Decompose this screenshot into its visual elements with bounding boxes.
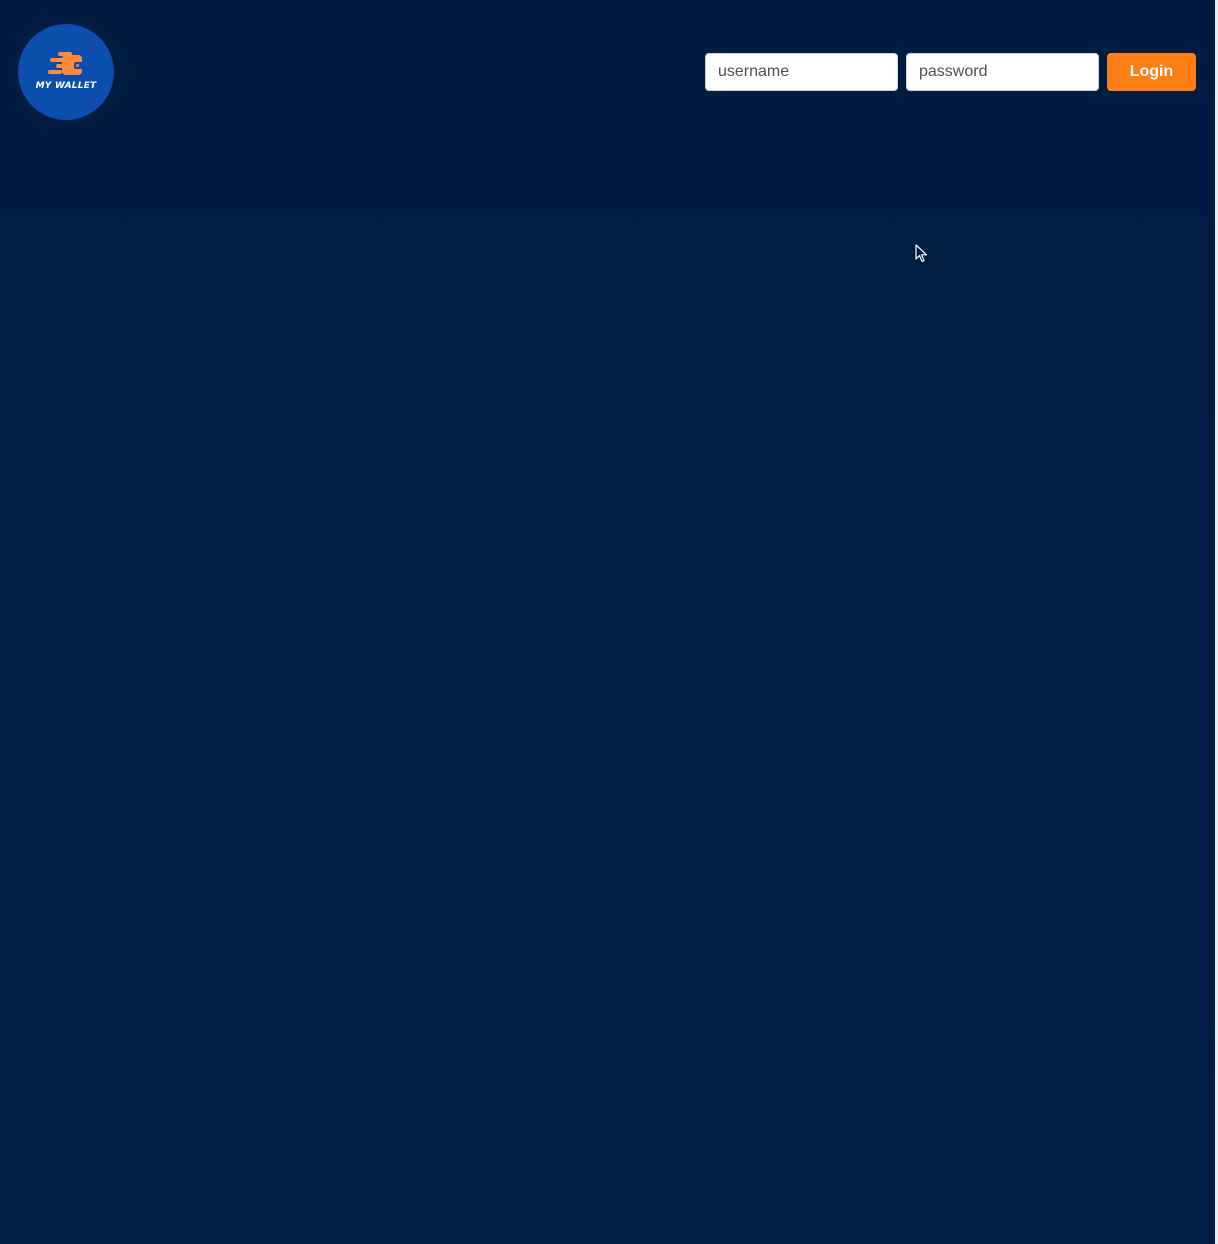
app-logo[interactable]: MY WALLET (18, 24, 114, 120)
logo-text: MY WALLET (35, 80, 97, 91)
mouse-pointer-icon (915, 244, 928, 263)
page-background (0, 0, 1218, 1244)
wallet-icon (48, 51, 84, 75)
login-button[interactable]: Login (1107, 53, 1196, 91)
login-form: Login (705, 53, 1196, 91)
password-input[interactable] (906, 53, 1099, 91)
username-input[interactable] (705, 53, 898, 91)
